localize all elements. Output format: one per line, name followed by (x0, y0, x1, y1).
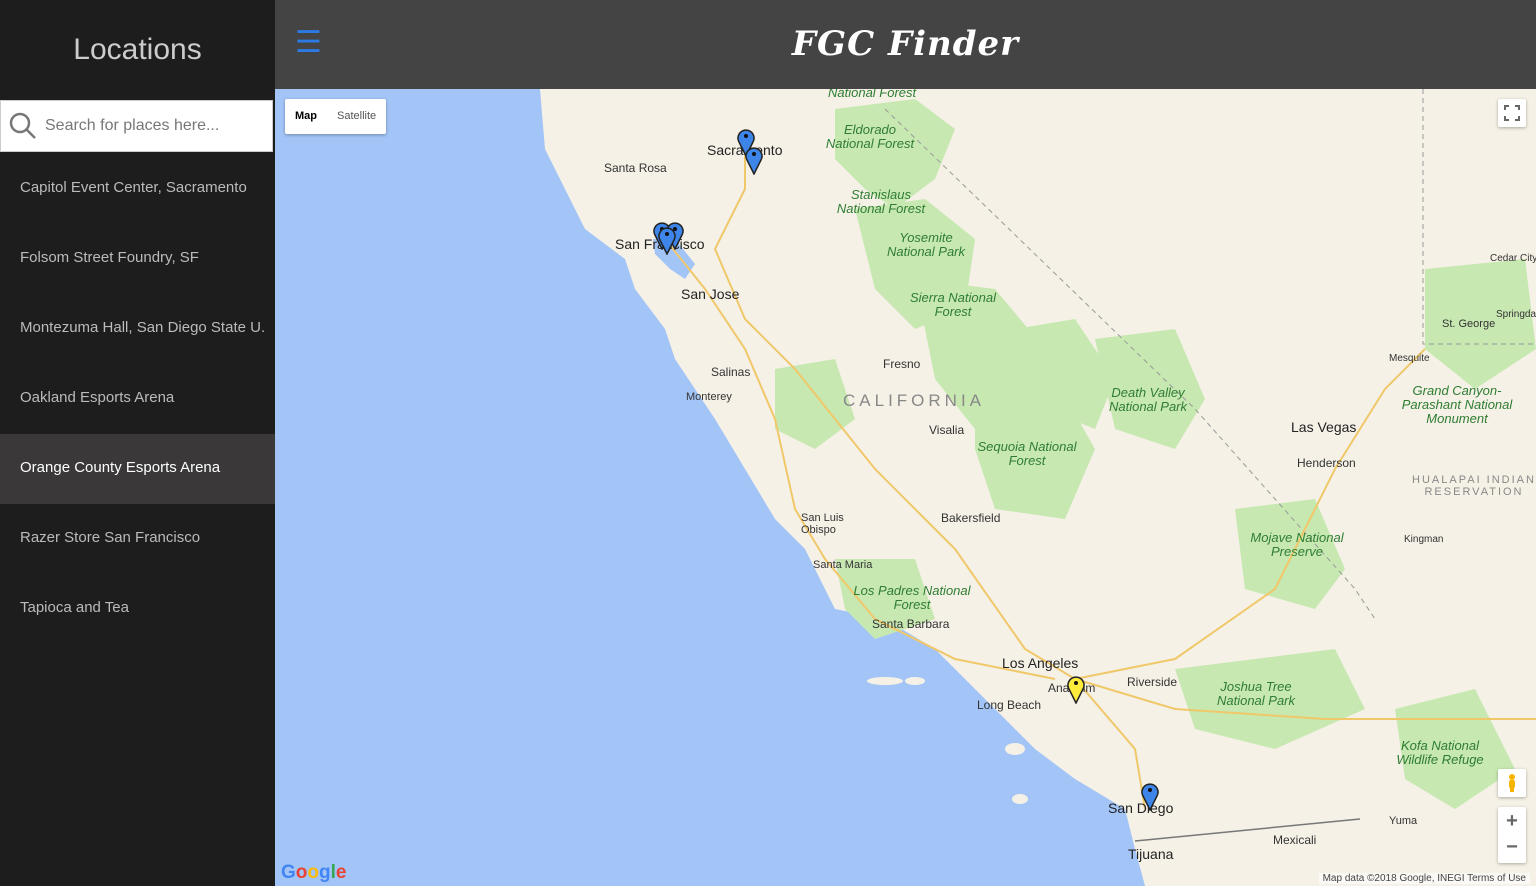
map-label-yuma: Yuma (1389, 815, 1418, 827)
map-label-los-padres: Los Padres National Forest (853, 583, 971, 612)
map-label-st-george: St. George (1442, 318, 1496, 330)
location-item-oakland-esports-arena[interactable]: Oakland Esports Arena (0, 364, 275, 434)
zoom-out-button[interactable]: − (1506, 835, 1518, 863)
search-input[interactable] (43, 116, 267, 136)
location-item-razer-store-sf[interactable]: Razer Store San Francisco (0, 504, 275, 574)
map-label-salinas: Salinas (711, 365, 751, 379)
location-item-capitol-event-center[interactable]: Capitol Event Center, Sacramento (0, 154, 275, 224)
map-label-santa-barbara: Santa Barbara (872, 617, 950, 631)
zoom-control: + − (1498, 807, 1526, 863)
map-label-kingman: Kingman (1404, 534, 1444, 545)
map-label-las-vegas: Las Vegas (1291, 419, 1357, 435)
map-label-santa-rosa: Santa Rosa (604, 161, 667, 175)
map-label-tijuana: Tijuana (1128, 846, 1174, 862)
location-item-folsom-street-foundry[interactable]: Folsom Street Foundry, SF (0, 224, 275, 294)
map-label-san-luis-obispo: San Luis Obispo (801, 512, 844, 536)
map-label-hualapai: HUALAPAI INDIAN RESERVATION (1412, 474, 1536, 498)
map-label-mesquite: Mesquite (1389, 353, 1430, 364)
map-label-yosemite: Yosemite National Park (886, 230, 966, 259)
map-label-sierra: Sierra National Forest (910, 290, 996, 319)
app-title: FGC Finder (791, 24, 1020, 64)
map-label-kofa: Kofa National Wildlife Refuge (1396, 738, 1484, 767)
map-attribution: Map data ©2018 Google, INEGI Terms of Us… (1318, 873, 1530, 884)
map-label-sequoia: Sequoia National Forest (977, 439, 1077, 468)
map-label-stanislaus: Stanislaus National Forest (836, 187, 926, 216)
location-item-montezuma-hall[interactable]: Montezuma Hall, San Diego State U. (0, 294, 275, 364)
map-label-visalia: Visalia (929, 423, 965, 437)
map-label-riverside: Riverside (1127, 675, 1178, 689)
map-label-national-forest-top: National Forest (828, 89, 917, 100)
search-box[interactable] (0, 100, 273, 152)
map-type-map-button[interactable]: Map (285, 99, 327, 134)
location-list: Capitol Event Center, Sacramento Folsom … (0, 154, 275, 644)
map-type-satellite-button[interactable]: Satellite (327, 99, 386, 134)
map-label-los-angeles: Los Angeles (1002, 655, 1079, 671)
map[interactable]: Map Satellite + − National Forest Sacram… (275, 89, 1536, 886)
map-label-grand-canyon: Grand Canyon-Parashant National Monument (1401, 383, 1513, 426)
sidebar: Locations Capitol Event Center, Sacramen… (0, 0, 275, 886)
header: ☰ FGC Finder (275, 0, 1536, 89)
map-label-california: CALIFORNIA (843, 391, 986, 410)
google-logo: Google (281, 862, 347, 883)
map-label-monterey: Monterey (686, 391, 732, 403)
location-item-orange-county-esports-arena[interactable]: Orange County Esports Arena (0, 434, 275, 504)
map-label-mojave: Mojave National Preserve (1250, 530, 1344, 559)
pin-montezuma-hall[interactable] (1140, 781, 1160, 811)
map-label-mexicali: Mexicali (1273, 833, 1317, 847)
pin-sacramento-2[interactable] (744, 145, 764, 175)
sidebar-title: Locations (73, 33, 202, 66)
pegman-icon[interactable] (1498, 769, 1526, 797)
map-label-springdale: Springdale (1496, 309, 1536, 320)
map-type-control: Map Satellite (285, 99, 387, 134)
fullscreen-icon[interactable] (1498, 99, 1526, 127)
map-label-fresno: Fresno (883, 357, 921, 371)
pin-orange-county-esports[interactable] (1066, 674, 1086, 704)
map-label-eldorado: Eldorado National Forest (825, 122, 915, 151)
map-label-bakersfield: Bakersfield (941, 511, 1001, 525)
zoom-in-button[interactable]: + (1506, 807, 1518, 835)
map-label-cedar-city: Cedar City (1490, 253, 1536, 264)
location-item-tapioca-and-tea[interactable]: Tapioca and Tea (0, 574, 275, 644)
map-label-san-jose: San Jose (681, 286, 740, 302)
map-label-joshua-tree: Joshua Tree National Park (1216, 679, 1296, 708)
map-label-santa-maria: Santa Maria (813, 559, 873, 571)
pin-razer-store-sf[interactable] (657, 225, 677, 255)
map-label-death-valley: Death Valley National Park (1108, 385, 1188, 414)
search-icon (9, 112, 36, 139)
map-label-long-beach: Long Beach (977, 698, 1042, 712)
map-label-henderson: Henderson (1297, 456, 1356, 470)
